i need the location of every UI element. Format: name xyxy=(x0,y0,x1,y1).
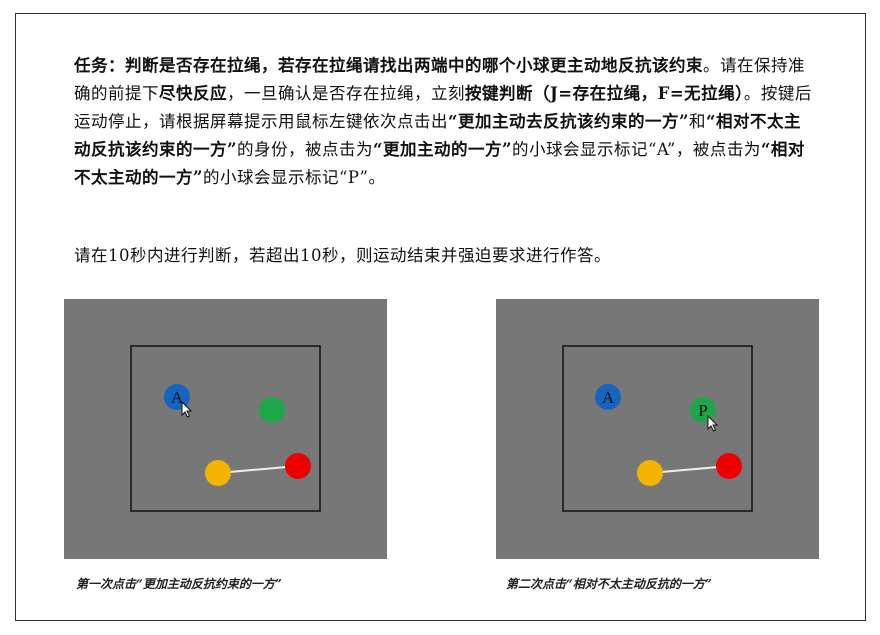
green-ball[interactable] xyxy=(259,397,285,423)
arena-border xyxy=(130,345,321,512)
time-limit-note: 请在10秒内进行判断，若超出10秒，则运动结束并强迫要求进行作答。 xyxy=(74,246,611,265)
instr-bold-4: （J=存在拉绳，F=无拉绳） xyxy=(533,84,744,103)
panel-1-caption: 第一次点击“更加主动反抗约束的一方” xyxy=(76,577,282,591)
red-ball[interactable] xyxy=(716,453,742,479)
ball-label-p: P xyxy=(698,401,707,420)
stimulus-panel-1: A xyxy=(64,299,387,559)
instr-text-6: 的小球会显示标记“A”，被点击为 xyxy=(511,140,761,159)
task-title: 任务：判断是否存在拉绳，若存在拉绳请找出两端中的哪个小球更主动地反抗该约束 xyxy=(74,56,703,75)
ball-label-a: A xyxy=(602,388,615,407)
instr-text-4: 和 xyxy=(688,112,706,131)
instr-bold-5: “更加主动去反抗该约束的一方” xyxy=(448,112,689,131)
instr-bold-3: 按键判断 xyxy=(465,84,533,103)
yellow-ball[interactable] xyxy=(205,460,231,486)
instr-text-7: 的小球会显示标记“P”。 xyxy=(203,168,386,187)
panel-2-caption: 第二次点击“相对不太主动反抗的一方” xyxy=(506,577,712,591)
yellow-ball[interactable] xyxy=(637,460,663,486)
instr-bold-2: 尽快反应 xyxy=(159,84,227,103)
red-ball[interactable] xyxy=(285,453,311,479)
instr-text-5: 的身份，被点击为 xyxy=(237,140,373,159)
arena-border xyxy=(562,345,753,512)
instr-text-2: ，一旦确认是否存在拉绳，立刻 xyxy=(227,84,465,103)
task-instructions: 任务：判断是否存在拉绳，若存在拉绳请找出两端中的哪个小球更主动地反抗该约束。请在… xyxy=(74,52,814,192)
stimulus-panel-2: A P xyxy=(496,299,819,559)
stimulus-canvas-2: A P xyxy=(562,345,753,512)
stimulus-canvas-1: A xyxy=(130,345,321,512)
instr-bold-7: “更加主动的一方” xyxy=(373,140,512,159)
